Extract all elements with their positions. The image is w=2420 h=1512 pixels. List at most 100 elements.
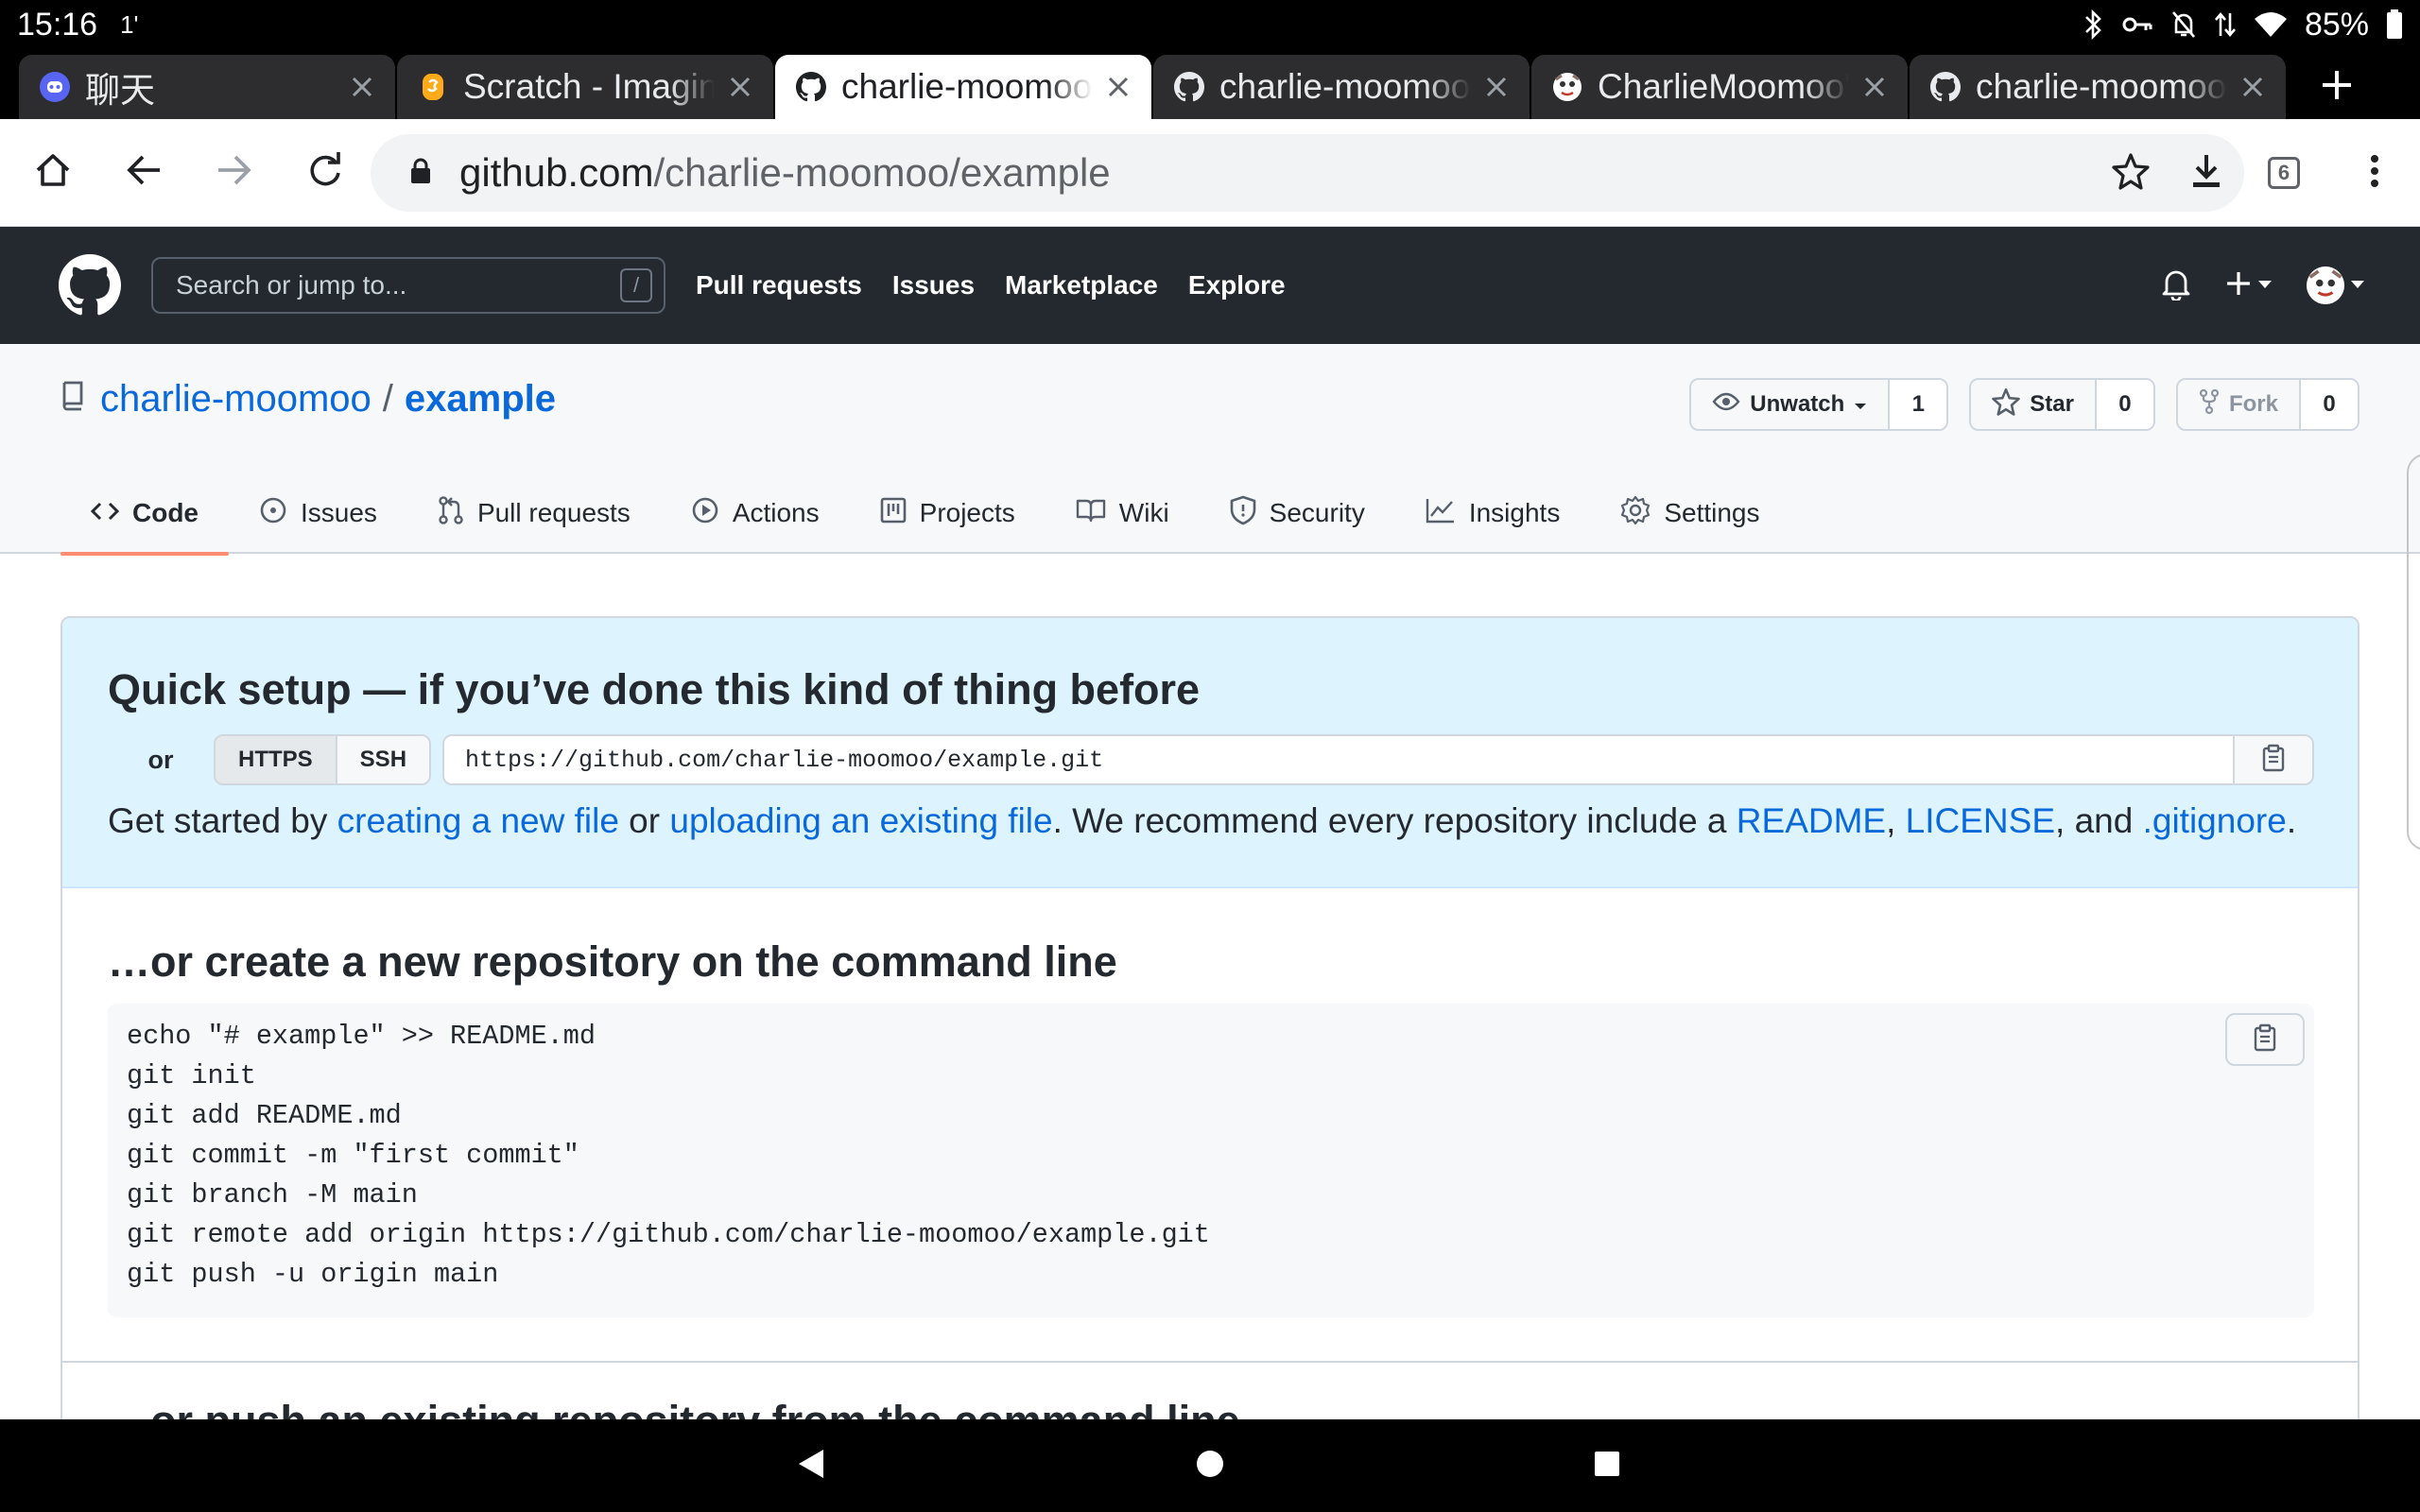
download-icon	[2190, 153, 2222, 194]
tab-switcher-button[interactable]: 6	[2238, 128, 2329, 218]
copy-code-button[interactable]	[2225, 1013, 2305, 1066]
watchers-count[interactable]: 1	[1890, 380, 1947, 429]
issue-opened-icon	[259, 496, 287, 531]
unwatch-label: Unwatch	[1750, 391, 1845, 417]
scroll-edge-indicator	[2407, 454, 2420, 850]
tab-pull-requests[interactable]: Pull requests	[407, 472, 661, 554]
android-status-bar: 15:16 1' 85%	[0, 0, 2420, 49]
forks-count[interactable]: 0	[2301, 380, 2358, 429]
tab-title: 聊天	[85, 71, 155, 110]
tab-label: Issues	[301, 498, 377, 527]
nav-pull-requests[interactable]: Pull requests	[696, 270, 862, 301]
system-home-button[interactable]	[1153, 1419, 1267, 1512]
forward-button[interactable]	[189, 128, 280, 218]
unwatch-button[interactable]: Unwatch	[1691, 380, 1891, 429]
close-icon[interactable]	[346, 71, 378, 103]
home-icon	[34, 151, 72, 194]
quick-setup-section: Quick setup — if you’ve done this kind o…	[62, 618, 2358, 888]
fork-button[interactable]: Fork	[2178, 380, 2301, 429]
battery-icon	[2386, 9, 2403, 40]
discord-icon	[40, 72, 70, 102]
nav-issues[interactable]: Issues	[892, 270, 975, 301]
browser-tab-github-profile-2[interactable]: charlie-moomoo	[1910, 55, 2286, 119]
recents-square-icon	[1594, 1451, 1620, 1482]
fork-icon	[2199, 388, 2220, 421]
https-button[interactable]: HTTPS	[216, 736, 337, 783]
github-logo-icon[interactable]	[59, 254, 121, 317]
address-bar[interactable]: github.com/charlie-moomoo/example	[371, 134, 2244, 212]
home-button[interactable]	[8, 128, 98, 218]
tab-code[interactable]: Code	[60, 472, 229, 556]
browser-tab-github-profile[interactable]: charlie-moomoo	[1153, 55, 1530, 119]
tab-title: charlie-moomoo	[1219, 67, 1471, 106]
tab-insights[interactable]: Insights	[1395, 472, 1591, 554]
text-fragment: ,	[1886, 801, 1906, 840]
new-tab-button[interactable]	[2295, 55, 2378, 119]
download-button[interactable]	[2169, 134, 2244, 212]
eye-icon	[1712, 391, 1740, 418]
system-recents-button[interactable]	[1550, 1419, 1664, 1512]
gitignore-link[interactable]: .gitignore	[2143, 801, 2287, 840]
stargazers-count[interactable]: 0	[2096, 380, 2153, 429]
breadcrumb-separator: /	[382, 378, 393, 420]
create-new-file-link[interactable]: creating a new file	[337, 801, 619, 840]
notifications-button[interactable]	[2161, 266, 2191, 305]
nav-marketplace[interactable]: Marketplace	[1005, 270, 1158, 301]
tab-projects[interactable]: Projects	[850, 472, 1046, 554]
close-icon[interactable]	[1858, 71, 1891, 103]
tab-actions[interactable]: Actions	[661, 472, 850, 554]
tab-issues[interactable]: Issues	[229, 472, 407, 554]
text-fragment: .	[2286, 801, 2297, 840]
browser-tab-github-example[interactable]: charlie-moomoo/example	[775, 55, 1151, 119]
tab-label: Settings	[1664, 498, 1760, 527]
upload-file-link[interactable]: uploading an existing file	[669, 801, 1052, 840]
clone-url-input[interactable]: https://github.com/charlie-moomoo/exampl…	[442, 734, 2235, 785]
repo-owner-link[interactable]: charlie-moomoo	[100, 378, 372, 421]
bookmark-button[interactable]	[2093, 134, 2169, 212]
tab-title: CharlieMoomoo's	[1598, 67, 1849, 106]
github-icon	[1174, 72, 1204, 102]
quick-setup-box: Quick setup — if you’ve done this kind o…	[60, 616, 2360, 1512]
create-new-button[interactable]	[2225, 270, 2273, 301]
tab-label: Insights	[1468, 498, 1561, 527]
user-menu-button[interactable]	[2307, 266, 2365, 304]
repo-icon	[60, 378, 85, 421]
tab-label: Security	[1269, 498, 1365, 527]
star-button-group: Star 0	[1969, 378, 2155, 431]
github-search-input[interactable]: Search or jump to... /	[151, 257, 666, 314]
license-link[interactable]: LICENSE	[1906, 801, 2055, 840]
browser-tab-discord[interactable]: 聊天	[19, 55, 395, 119]
caret-down-icon	[1854, 391, 1867, 418]
close-icon[interactable]	[2237, 71, 2269, 103]
close-icon[interactable]	[724, 71, 756, 103]
play-icon	[691, 496, 719, 531]
browser-tab-scratch[interactable]: Scratch - Imagine, Program, Share	[397, 55, 773, 119]
close-icon[interactable]	[1102, 71, 1134, 103]
browser-toolbar: github.com/charlie-moomoo/example 6	[0, 119, 2420, 227]
scratch-icon	[418, 72, 448, 102]
fork-button-group: Fork 0	[2175, 378, 2360, 431]
browser-tab-charliemoomoo[interactable]: CharlieMoomoo's	[1531, 55, 1908, 119]
tab-wiki[interactable]: Wiki	[1046, 472, 1200, 554]
nav-explore[interactable]: Explore	[1188, 270, 1286, 301]
reload-button[interactable]	[280, 128, 371, 218]
repo-name-link[interactable]: example	[405, 378, 556, 421]
back-button[interactable]	[98, 128, 189, 218]
star-label: Star	[2030, 391, 2074, 417]
readme-link[interactable]: README	[1737, 801, 1886, 840]
lock-icon[interactable]	[410, 158, 431, 189]
star-button[interactable]: Star	[1971, 380, 2097, 429]
book-icon	[1076, 498, 1106, 529]
repo-header: charlie-moomoo / example Unwatch 1 Star …	[0, 344, 2420, 556]
tab-settings[interactable]: Settings	[1590, 472, 1789, 554]
copy-url-button[interactable]	[2235, 734, 2314, 785]
tab-security[interactable]: Security	[1200, 472, 1395, 554]
status-time: 15:16	[17, 6, 98, 43]
browser-menu-button[interactable]	[2329, 128, 2420, 218]
ssh-button[interactable]: SSH	[337, 736, 430, 783]
url-path: /charlie-moomoo/example	[653, 150, 1111, 195]
command-line-code[interactable]: echo "# example" >> README.md git init g…	[127, 1017, 1210, 1295]
or-label: or	[147, 745, 174, 774]
system-back-button[interactable]	[754, 1419, 868, 1512]
close-icon[interactable]	[1480, 71, 1512, 103]
